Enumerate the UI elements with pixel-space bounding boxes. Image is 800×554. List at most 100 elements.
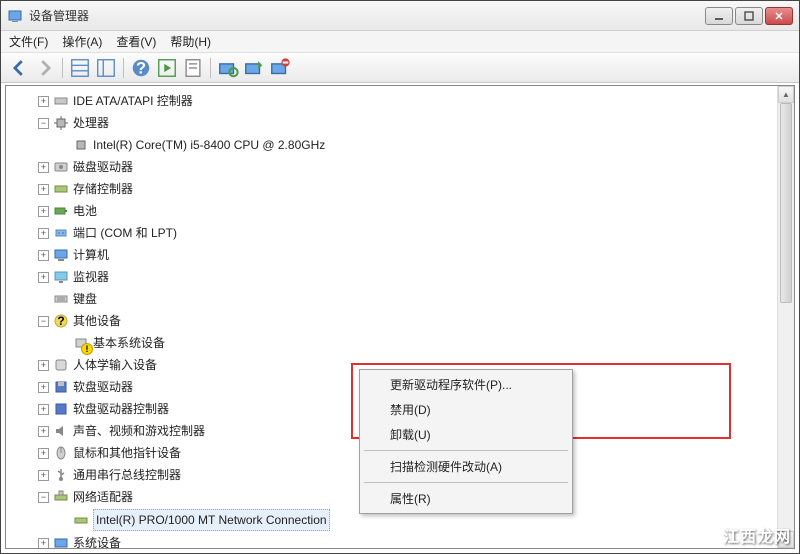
tree-node-cpu-item[interactable]: Intel(R) Core(TM) i5-8400 CPU @ 2.80GHz <box>58 134 794 156</box>
menu-separator <box>364 482 568 483</box>
minimize-button[interactable] <box>705 7 733 25</box>
tree-node-cpu[interactable]: − 处理器 <box>38 112 794 134</box>
cpu-icon <box>53 115 69 131</box>
mouse-icon <box>53 445 69 461</box>
menu-help[interactable]: 帮助(H) <box>170 33 211 50</box>
expand-icon[interactable]: + <box>38 206 49 217</box>
vertical-scrollbar[interactable]: ▲ ▼ <box>777 86 794 548</box>
tree-node-ports[interactable]: + 端口 (COM 和 LPT) <box>38 222 794 244</box>
update-driver-button[interactable] <box>242 56 266 80</box>
properties-button[interactable] <box>181 56 205 80</box>
tree-node-computer[interactable]: + 计算机 <box>38 244 794 266</box>
tree-node-keyboard[interactable]: 键盘 <box>38 288 794 310</box>
tree-label: 计算机 <box>73 245 109 265</box>
menu-scan-hardware[interactable]: 扫描检测硬件改动(A) <box>362 454 570 479</box>
menu-action[interactable]: 操作(A) <box>62 33 102 50</box>
maximize-button[interactable] <box>735 7 763 25</box>
tree-node-disk[interactable]: +磁盘驱动器 <box>38 156 794 178</box>
back-button[interactable] <box>7 56 31 80</box>
expand-icon[interactable]: + <box>38 228 49 239</box>
expand-icon[interactable]: + <box>38 250 49 261</box>
tree-node-ide[interactable]: + IDE ATA/ATAPI 控制器 <box>38 90 794 112</box>
hid-icon <box>53 357 69 373</box>
tree-node-monitor[interactable]: + 监视器 <box>38 266 794 288</box>
tree-node-sysdev[interactable]: + 系统设备 <box>38 532 794 548</box>
menu-view[interactable]: 查看(V) <box>116 33 156 50</box>
monitor-icon <box>53 269 69 285</box>
menu-file[interactable]: 文件(F) <box>9 33 48 50</box>
port-icon <box>53 225 69 241</box>
view-detail-button[interactable] <box>94 56 118 80</box>
expand-icon[interactable]: + <box>38 360 49 371</box>
scroll-up-icon[interactable]: ▲ <box>778 86 794 103</box>
close-button[interactable] <box>765 7 793 25</box>
network-adapter-icon <box>73 512 89 528</box>
storage-icon <box>53 181 69 197</box>
tree-label-selected: Intel(R) PRO/1000 MT Network Connection <box>93 509 330 531</box>
window-title: 设备管理器 <box>29 7 705 24</box>
expand-icon[interactable]: + <box>38 96 49 107</box>
tree-label: IDE ATA/ATAPI 控制器 <box>73 91 193 111</box>
menubar: 文件(F) 操作(A) 查看(V) 帮助(H) <box>1 31 799 53</box>
view-list-button[interactable] <box>68 56 92 80</box>
menu-update-driver[interactable]: 更新驱动程序软件(P)... <box>362 372 570 397</box>
svg-text:?: ? <box>57 314 64 328</box>
collapse-icon[interactable]: − <box>38 492 49 503</box>
tree-node-battery[interactable]: + 电池 <box>38 200 794 222</box>
scroll-thumb[interactable] <box>780 103 792 303</box>
collapse-icon[interactable]: − <box>38 316 49 327</box>
expand-icon[interactable]: + <box>38 426 49 437</box>
toolbar-separator <box>62 58 63 78</box>
menu-uninstall[interactable]: 卸载(U) <box>362 422 570 447</box>
tree-label: 声音、视频和游戏控制器 <box>73 421 205 441</box>
tree-label: 软盘驱动器控制器 <box>73 399 169 419</box>
toolbar: ? <box>1 53 799 83</box>
tree-label: 系统设备 <box>73 533 121 548</box>
collapse-icon[interactable]: − <box>38 118 49 129</box>
usb-icon <box>53 467 69 483</box>
expand-icon[interactable]: + <box>38 538 49 549</box>
tree-label: 端口 (COM 和 LPT) <box>73 223 177 243</box>
tree-label: 键盘 <box>73 289 97 309</box>
keyboard-icon <box>53 291 69 307</box>
app-icon <box>7 8 23 24</box>
play-button[interactable] <box>155 56 179 80</box>
tree-label: 基本系统设备 <box>93 333 165 353</box>
scan-hardware-button[interactable] <box>216 56 240 80</box>
tree-label: 软盘驱动器 <box>73 377 133 397</box>
toolbar-separator <box>123 58 124 78</box>
menu-disable[interactable]: 禁用(D) <box>362 397 570 422</box>
expand-icon[interactable]: + <box>38 272 49 283</box>
tree-label: 人体学输入设备 <box>73 355 157 375</box>
expand-icon[interactable]: + <box>38 162 49 173</box>
computer-icon <box>53 247 69 263</box>
cpu-icon <box>73 137 89 153</box>
menu-properties[interactable]: 属性(R) <box>362 486 570 511</box>
expand-icon[interactable]: + <box>38 404 49 415</box>
window-buttons <box>705 7 793 25</box>
help-button[interactable]: ? <box>129 56 153 80</box>
tree-label: 鼠标和其他指针设备 <box>73 443 181 463</box>
expand-icon[interactable]: + <box>38 184 49 195</box>
tree-label: 监视器 <box>73 267 109 287</box>
disk-icon <box>53 159 69 175</box>
expand-icon[interactable]: + <box>38 382 49 393</box>
tree-node-other[interactable]: −? 其他设备 <box>38 310 794 332</box>
unknown-device-icon <box>73 335 89 351</box>
watermark: 江西龙网 <box>723 523 791 547</box>
tree-node-other-item[interactable]: 基本系统设备 <box>58 332 794 354</box>
tree-label: 其他设备 <box>73 311 121 331</box>
svg-text:?: ? <box>136 59 146 77</box>
uninstall-button[interactable] <box>268 56 292 80</box>
tree-node-storage[interactable]: + 存储控制器 <box>38 178 794 200</box>
sound-icon <box>53 423 69 439</box>
tree-label: 存储控制器 <box>73 179 133 199</box>
expand-icon[interactable]: + <box>38 448 49 459</box>
expand-icon[interactable]: + <box>38 470 49 481</box>
tree-label: 电池 <box>73 201 97 221</box>
tree-label: 处理器 <box>73 113 109 133</box>
tree-label: 网络适配器 <box>73 487 133 507</box>
battery-icon <box>53 203 69 219</box>
forward-button[interactable] <box>33 56 57 80</box>
toolbar-separator <box>210 58 211 78</box>
